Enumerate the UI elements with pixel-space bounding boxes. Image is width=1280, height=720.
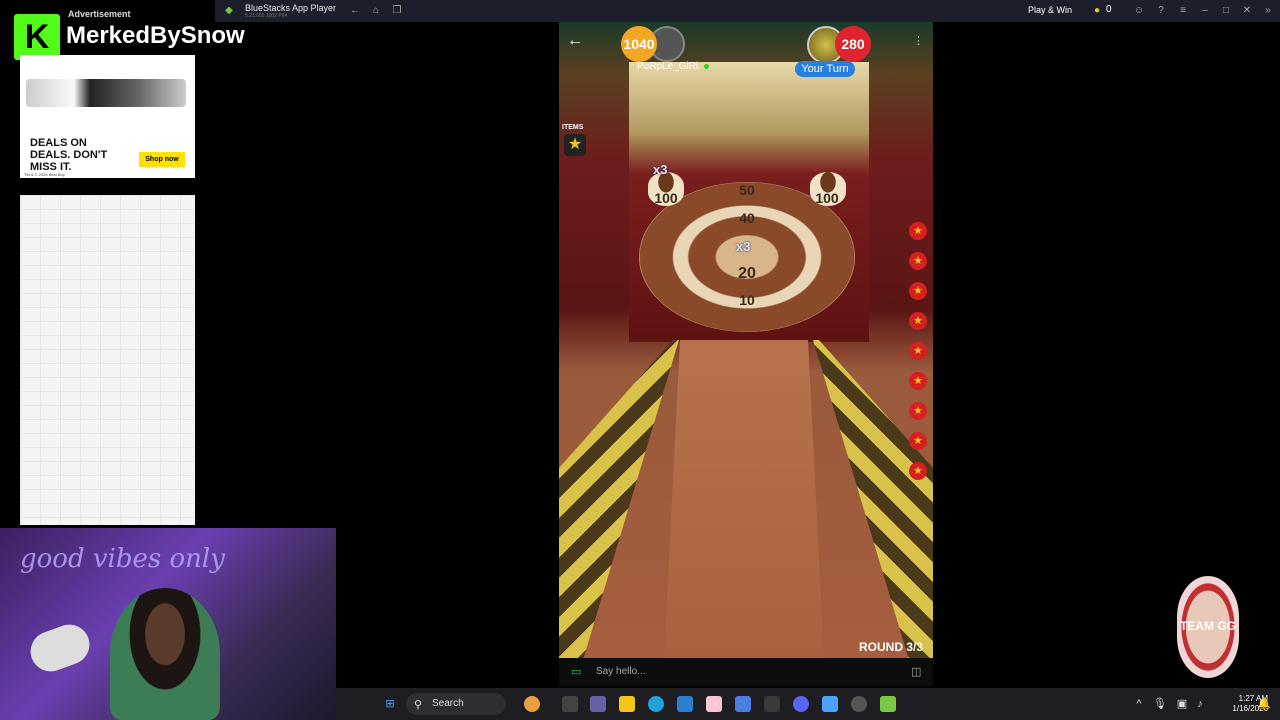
- menu-icon[interactable]: ≡: [1177, 5, 1189, 17]
- network-icon[interactable]: ▣: [1174, 696, 1190, 712]
- ball-remaining-icon: ★: [909, 432, 927, 450]
- ad-banner[interactable]: DEALS ON DEALS. DON'T MISS IT. Shop now …: [20, 55, 195, 178]
- windows-taskbar: ⊞ Search ⚲ ^ 🎙 ▣ ♪ 1:27 AM 1/16/2026 🔔: [336, 688, 1280, 720]
- sidebar-toggle-icon[interactable]: »: [1262, 5, 1274, 17]
- ball-remaining-icon: ★: [909, 282, 927, 300]
- file-explorer-icon[interactable]: [619, 696, 635, 712]
- multiplier-badge: x3: [736, 239, 751, 254]
- ball-remaining-icon: ★: [909, 252, 927, 270]
- sticker-icon[interactable]: ◫: [911, 665, 921, 678]
- team-gg-badge: TEAM GG: [1177, 576, 1239, 678]
- notification-icon[interactable]: 🔔: [1256, 696, 1272, 712]
- mic-icon[interactable]: 🎙: [1152, 696, 1168, 712]
- left-100-label: 100: [654, 190, 678, 206]
- player2-score: 280: [835, 26, 871, 62]
- home-icon[interactable]: ⌂: [370, 5, 382, 17]
- back-arrow-icon[interactable]: ←: [567, 32, 583, 50]
- chevron-up-icon[interactable]: ^: [1131, 696, 1147, 712]
- more-options-icon[interactable]: ⋮: [913, 34, 924, 47]
- skeeball-game-view[interactable]: 100 100 50 40 20 10 x3 x3 ← 1040 PuRpLe_…: [559, 22, 933, 658]
- store-icon[interactable]: [677, 696, 693, 712]
- streamer-person: [110, 588, 220, 720]
- right-100-label: 100: [815, 190, 839, 206]
- left-rail: [559, 340, 679, 658]
- obs-icon[interactable]: [851, 696, 867, 712]
- back-icon[interactable]: ←: [349, 5, 361, 17]
- chat-icon: ▭: [571, 666, 582, 678]
- minimize-icon[interactable]: –: [1199, 5, 1211, 17]
- items-label: ITEMS: [562, 124, 584, 131]
- start-icon[interactable]: ⊞: [382, 696, 398, 712]
- ad-label: Advertisement: [68, 9, 131, 19]
- ball-remaining-icon: ★: [909, 372, 927, 390]
- task-view-icon[interactable]: [562, 696, 578, 712]
- help-icon[interactable]: ?: [1155, 5, 1167, 17]
- chat-bar[interactable]: ▭ Say hello... ◫: [559, 658, 933, 686]
- ad-headline: DEALS ON DEALS. DON'T MISS IT.: [30, 137, 108, 173]
- ball-remaining-icon: ★: [909, 462, 927, 480]
- ring-10-label: 10: [739, 292, 755, 308]
- volume-icon[interactable]: ♪: [1192, 696, 1208, 712]
- teams-icon[interactable]: [590, 696, 606, 712]
- window-title: BlueStacks App Player: [245, 3, 337, 13]
- multiplier-badge: x3: [653, 162, 668, 177]
- ball-remaining-icon: ★: [909, 312, 927, 330]
- search-icon: ⚲: [414, 699, 423, 711]
- chat-input[interactable]: Say hello...: [596, 666, 645, 677]
- multi-instance-icon[interactable]: ❐: [391, 5, 403, 17]
- profile-icon[interactable]: ☺: [1133, 5, 1145, 17]
- player1-name: PuRpLe_GiRl: [637, 61, 699, 72]
- copilot-icon[interactable]: [735, 696, 751, 712]
- ring-20-label: 20: [738, 265, 756, 282]
- ad-product-image: [26, 79, 186, 107]
- bluestacks-icon[interactable]: [880, 696, 896, 712]
- discord-icon[interactable]: [793, 696, 809, 712]
- notepad-icon[interactable]: [822, 696, 838, 712]
- ring-40-label: 40: [739, 210, 755, 226]
- ball-remaining-icon: ★: [909, 402, 927, 420]
- webcam-feed: good vibes only: [0, 528, 336, 720]
- window-version: 5.21.660.1002 P64: [245, 13, 288, 19]
- widget-icon[interactable]: [524, 696, 540, 712]
- player1-score: 1040: [621, 26, 657, 62]
- coin-icon: ●: [1093, 5, 1101, 16]
- kick-logo-icon: K: [14, 14, 60, 60]
- app-icon[interactable]: [764, 696, 780, 712]
- edge-icon[interactable]: [648, 696, 664, 712]
- turn-indicator: Your Turn: [795, 61, 855, 77]
- ball-remaining-icon: ★: [909, 222, 927, 240]
- items-star-icon[interactable]: ★: [564, 134, 586, 156]
- ad-fine-print: TM & © 2026 Best Buy: [24, 172, 65, 177]
- bluestacks-titlebar: ◆ BlueStacks App Player 5.21.660.1002 P6…: [215, 0, 1280, 22]
- round-indicator: ROUND 3/3: [859, 640, 924, 654]
- app-icon[interactable]: [706, 696, 722, 712]
- shop-now-button[interactable]: Shop now: [139, 152, 185, 167]
- balls-remaining: ★ ★ ★ ★ ★ ★ ★ ★ ★: [905, 222, 931, 492]
- ball-remaining-icon: ★: [909, 342, 927, 360]
- maximize-icon[interactable]: □: [1220, 5, 1232, 17]
- coin-count: 0: [1106, 4, 1112, 15]
- ramp-lane[interactable]: [664, 340, 824, 658]
- close-icon[interactable]: ✕: [1241, 5, 1253, 17]
- ring-50-label: 50: [739, 182, 755, 198]
- streamer-name: MerkedBySnow: [66, 22, 245, 49]
- microphone: [24, 618, 96, 678]
- ad-slot-empty[interactable]: [20, 195, 195, 525]
- online-status-icon: [704, 64, 709, 69]
- play-win-button[interactable]: Play & Win: [1028, 5, 1072, 15]
- neon-sign: good vibes only: [20, 544, 225, 574]
- bluestacks-logo-icon: ◆: [225, 5, 233, 16]
